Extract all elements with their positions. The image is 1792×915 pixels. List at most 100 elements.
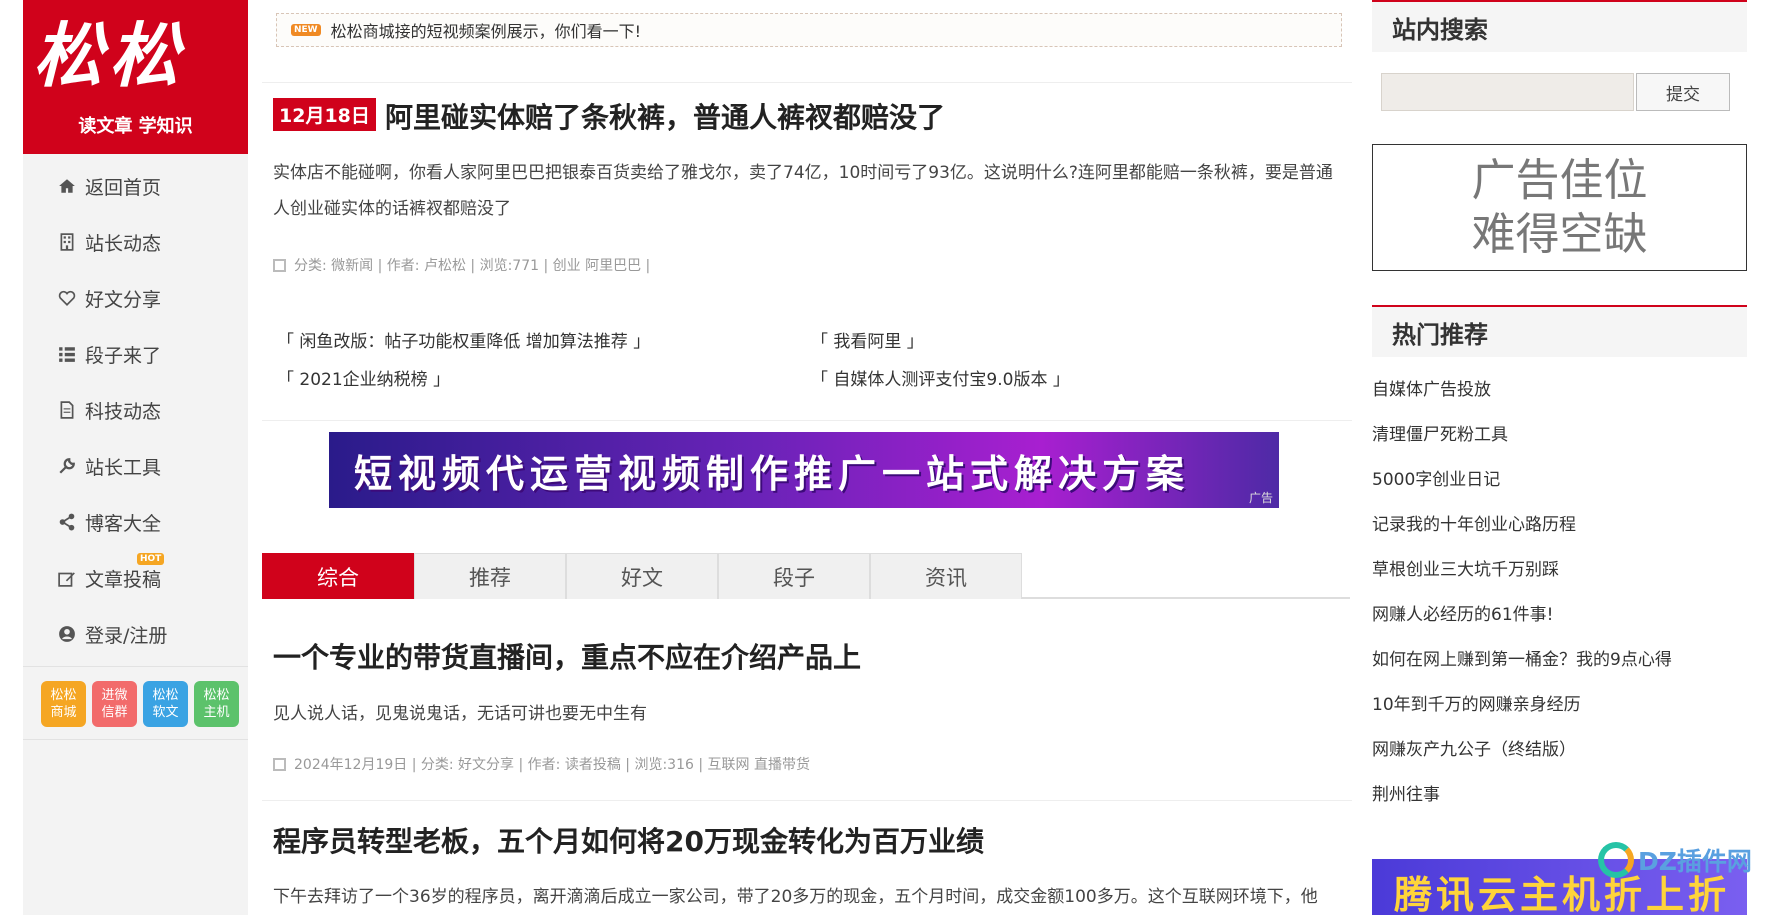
article-date-badge: 12月18日 [273,98,376,131]
nav-label: 博客大全 [85,512,162,535]
hot-item[interactable]: 荆州往事 [1372,780,1672,825]
ad-line: 广告佳位 [1471,154,1648,206]
related-link[interactable]: 「 闲鱼改版：帖子功能权重降低 增加算法推荐 」 [277,327,650,352]
watermark-logo-icon [1598,842,1634,878]
quick-link-line: 信群 [101,705,128,720]
promo-banner[interactable]: 短视频代运营视频制作推广一站式解决方案 广告 [329,432,1279,508]
meta-text: 分类: 微新闻 | 作者: 卢松松 | 浏览:771 | 创业 阿里巴巴 | [294,258,651,274]
hot-item[interactable]: 清理僵尸死粉工具 [1372,420,1672,465]
list-icon [57,344,77,364]
nav-home[interactable]: 返回首页 [23,158,248,214]
article-excerpt: 见人说人话，见鬼说鬼话，无话可讲也要无中生有 [273,704,647,724]
logo-slogan: 读文章 学知识 [78,116,193,137]
ad-placeholder[interactable]: 广告佳位 难得空缺 [1372,144,1747,271]
quick-link-line: 松松 [152,688,179,703]
logo-text: 松松 [33,14,185,97]
notice-text: 松松商城接的短视频案例展示，你们看一下! [330,22,642,41]
watermark: DZ插件网 [1598,842,1752,878]
watermark-text: DZ插件网 [1638,847,1752,876]
left-sidebar: 松松 读文章 学知识 返回首页 站长动态 好文分享 段子来了 科技动态 站长工具… [23,0,248,915]
search-input[interactable] [1381,73,1634,111]
article-meta: 2024年12月19日 | 分类: 好文分享 | 作者: 读者投稿 | 浏览:3… [273,754,810,774]
nav-label: 站长动态 [85,232,162,255]
hot-item[interactable]: 记录我的十年创业心路历程 [1372,510,1672,555]
hot-item[interactable]: 网赚人必经历的61件事! [1372,600,1672,645]
related-link[interactable]: 「 自媒体人测评支付宝9.0版本 」 [811,365,1070,390]
nav-label: 好文分享 [85,288,162,311]
divider [262,420,1352,421]
nav-login-register[interactable]: 登录/注册 [23,606,248,662]
edit-icon [57,568,77,588]
tab-good-articles[interactable]: 好文 [566,553,718,599]
share-icon [57,512,77,532]
ad-label: 广告 [1248,491,1273,505]
heart-icon [57,288,77,308]
top-article-title[interactable]: 阿里碰实体赔了条秋裤，普通人裤衩都赔没了 [385,96,945,136]
quick-link-line: 软文 [152,705,179,720]
hot-item[interactable]: 10年到千万的网赚亲身经历 [1372,690,1672,735]
article-tabs: 综合 推荐 好文 段子 资讯 [262,553,1350,599]
notice-bar[interactable]: NEW 松松商城接的短视频案例展示，你们看一下! [276,13,1342,47]
tab-recommended[interactable]: 推荐 [414,553,566,599]
wrench-icon [57,456,77,476]
top-article-excerpt: 实体店不能碰啊，你看人家阿里巴巴把银泰百货卖给了雅戈尔，卖了74亿，10时间亏了… [273,163,1333,219]
hot-title: 热门推荐 [1372,305,1747,357]
nav-blog-directory[interactable]: 博客大全 [23,494,248,550]
site-logo[interactable]: 松松 读文章 学知识 [23,0,248,154]
divider [262,800,1352,801]
quick-link-line: 进微 [101,688,128,703]
right-sidebar: 站内搜索 提交 广告佳位 难得空缺 热门推荐 自媒体广告投放 清理僵尸死粉工具 … [1372,0,1747,915]
quick-link-line: 松松 [203,688,230,703]
document-icon [57,400,77,420]
building-icon [57,232,77,252]
nav-good-articles[interactable]: 好文分享 [23,270,248,326]
quick-link-line: 商城 [50,705,77,720]
user-icon [57,624,77,644]
article-title[interactable]: 程序员转型老板，五个月如何将20万现金转化为百万业绩 [273,820,984,860]
hot-list: 自媒体广告投放 清理僵尸死粉工具 5000字创业日记 记录我的十年创业心路历程 … [1372,375,1672,825]
banner-text: 短视频代运营视频制作推广一站式解决方案 [354,451,1191,496]
article-title[interactable]: 一个专业的带货直播间，重点不应在介绍产品上 [273,636,861,676]
nav-tech-news[interactable]: 科技动态 [23,382,248,438]
main-nav: 返回首页 站长动态 好文分享 段子来了 科技动态 站长工具 博客大全 文章投稿 H… [23,158,248,662]
hot-item[interactable]: 网赚灰产九公子（终结版） [1372,735,1672,780]
tab-all[interactable]: 综合 [262,553,414,599]
sidebar-divider [23,666,248,667]
home-icon [57,176,77,196]
nav-label: 登录/注册 [85,624,168,647]
nav-label: 站长工具 [85,456,162,479]
nav-webmaster-news[interactable]: 站长动态 [23,214,248,270]
quick-link-soft-article[interactable]: 松松 软文 [143,681,188,727]
sidebar-divider [23,739,248,740]
ad-banner-text: 腾讯云主机折上折 [1394,873,1731,915]
qrcode-icon [273,258,286,272]
quick-link-hosting[interactable]: 松松 主机 [194,681,239,727]
nav-webmaster-tools[interactable]: 站长工具 [23,438,248,494]
hot-item[interactable]: 5000字创业日记 [1372,465,1672,510]
nav-label: 科技动态 [85,400,162,423]
quick-link-wechat-group[interactable]: 进微 信群 [92,681,137,727]
nav-jokes[interactable]: 段子来了 [23,326,248,382]
search-submit-button[interactable]: 提交 [1636,73,1730,111]
search-box-title: 站内搜索 [1372,0,1747,52]
article-excerpt: 下午去拜访了一个36岁的程序员，离开滴滴后成立一家公司，带了20多万的现金，五个… [273,887,1318,907]
quick-link-line: 松松 [50,688,77,703]
nav-label: 段子来了 [85,344,162,367]
related-link[interactable]: 「 2021企业纳税榜 」 [277,365,450,390]
tab-news[interactable]: 资讯 [870,553,1022,599]
nav-label: 文章投稿 [85,568,162,591]
qrcode-icon [273,757,286,771]
hot-item[interactable]: 自媒体广告投放 [1372,375,1672,420]
hot-section: 热门推荐 [1372,305,1747,357]
main-content: NEW 松松商城接的短视频案例展示，你们看一下! 12月18日 阿里碰实体赔了条… [262,0,1352,915]
quick-link-line: 主机 [203,705,230,720]
related-link[interactable]: 「 我看阿里 」 [811,327,924,352]
search-form: 提交 [1381,73,1730,111]
tab-jokes[interactable]: 段子 [718,553,870,599]
hot-badge: HOT [137,553,165,565]
quick-link-songsong-mall[interactable]: 松松 商城 [41,681,86,727]
hot-item[interactable]: 草根创业三大坑千万别踩 [1372,555,1672,600]
hot-item[interactable]: 如何在网上赚到第一桶金？我的9点心得 [1372,645,1672,690]
ad-line: 难得空缺 [1471,208,1648,260]
nav-submit-article[interactable]: 文章投稿 HOT [23,550,248,606]
